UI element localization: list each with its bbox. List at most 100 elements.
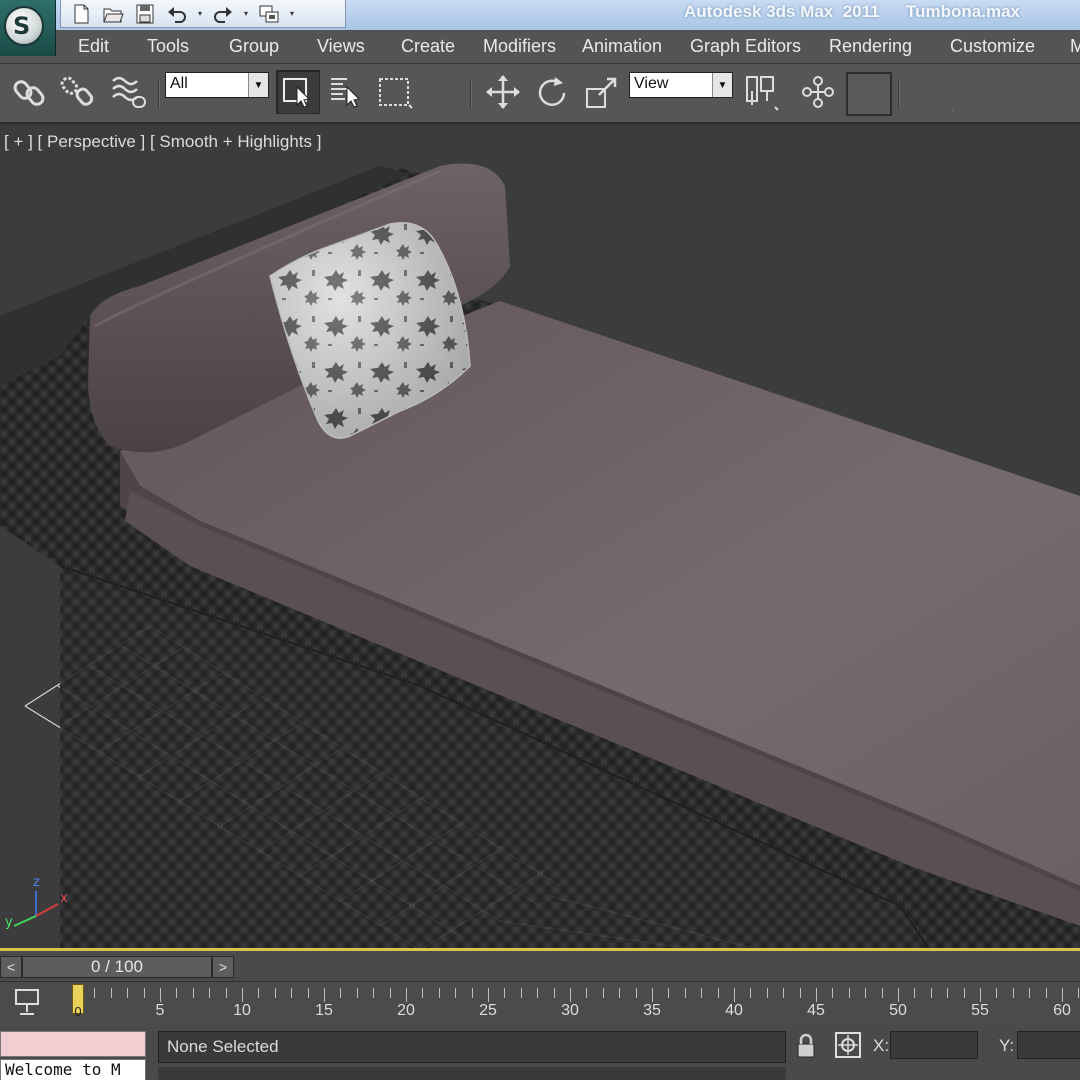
frame-tick: [455, 988, 457, 998]
time-slider: < 0 / 100 >: [0, 951, 1080, 981]
menu-bar: Edit Tools Group Views Create Modifiers …: [0, 30, 1080, 64]
toolbar-separator: [158, 78, 160, 108]
frame-tick: [684, 988, 686, 998]
frame-tick: [832, 988, 834, 998]
quick-access-dropdown-icon[interactable]: ▾: [287, 2, 297, 26]
frame-tick: [356, 988, 358, 998]
title-bar: ▾ ▾ ▾ Autodesk 3ds Max 2011 Tumbona.max: [0, 0, 1080, 30]
reference-coordinate-dropdown[interactable]: View ▼: [629, 72, 733, 98]
select-and-link-icon[interactable]: [8, 70, 52, 114]
menu-edit[interactable]: Edit: [78, 36, 109, 57]
frame-label: 60: [1053, 1002, 1071, 1019]
frame-tick: [438, 988, 440, 998]
perspective-viewport[interactable]: [ + ] [ Perspective ] [ Smooth + Highlig…: [0, 126, 1080, 950]
frame-tick: [176, 988, 178, 998]
select-and-move-icon[interactable]: [481, 70, 525, 114]
frame-label: 55: [971, 1002, 989, 1019]
frame-tick: [274, 988, 276, 998]
frame-tick: [1012, 988, 1014, 998]
viewport-label[interactable]: [ + ] [ Perspective ] [ Smooth + Highlig…: [4, 132, 321, 152]
menu-customize[interactable]: Customize: [950, 36, 1035, 57]
frame-label: 20: [397, 1002, 415, 1019]
main-toolbar: All ▼ View ▼: [0, 64, 1080, 124]
unlink-selection-icon[interactable]: [56, 70, 100, 114]
use-pivot-point-center-icon[interactable]: [738, 70, 782, 114]
menu-create[interactable]: Create: [401, 36, 455, 57]
selection-status: None Selected: [158, 1031, 786, 1063]
menu-tools[interactable]: Tools: [147, 36, 189, 57]
menu-overflow[interactable]: M: [1070, 36, 1080, 57]
menu-graph-editors[interactable]: Graph Editors: [690, 36, 801, 57]
absolute-mode-transform-icon[interactable]: [834, 1031, 862, 1059]
3ds-max-logo-icon[interactable]: S: [0, 0, 56, 56]
menu-modifiers[interactable]: Modifiers: [483, 36, 556, 57]
track-bar[interactable]: 5 10 15 20 25 30 35 40 45 50 55 60 0: [0, 981, 1080, 1027]
frame-tick: [586, 988, 588, 998]
frame-tick: [996, 988, 998, 998]
selection-filter-dropdown[interactable]: All ▼: [165, 72, 269, 98]
frame-tick: [1062, 988, 1063, 1002]
frame-tick: [668, 988, 670, 998]
frame-tick: [865, 988, 867, 998]
chevron-down-icon: ▼: [712, 73, 732, 97]
project-folder-icon[interactable]: [255, 2, 283, 26]
app-window: ▾ ▾ ▾ Autodesk 3ds Max 2011 Tumbona.max …: [0, 0, 1080, 1080]
lock-icon[interactable]: [794, 1033, 818, 1059]
maxscript-listener-input[interactable]: [0, 1031, 146, 1057]
frame-tick: [324, 988, 325, 1002]
previous-frame-button[interactable]: <: [0, 956, 22, 978]
maxscript-listener-output[interactable]: Welcome to M: [0, 1059, 146, 1080]
menu-animation[interactable]: Animation: [582, 36, 662, 57]
time-slider-handle[interactable]: 0 / 100: [22, 956, 212, 978]
open-mini-curve-editor-icon[interactable]: [12, 986, 42, 1018]
frame-ruler[interactable]: 5 10 15 20 25 30 35 40 45 50 55 60: [68, 982, 1080, 1028]
x-coordinate-label: X:: [873, 1036, 890, 1055]
menu-views[interactable]: Views: [317, 36, 365, 57]
menu-group[interactable]: Group: [229, 36, 279, 57]
next-frame-button[interactable]: >: [212, 956, 234, 978]
frame-tick: [816, 988, 817, 1002]
bind-to-space-warp-icon[interactable]: [106, 70, 150, 114]
open-folder-icon[interactable]: [99, 2, 127, 26]
frame-tick: [291, 988, 293, 998]
frame-tick: [602, 988, 604, 998]
frame-tick: [553, 988, 555, 998]
select-and-manipulate-icon[interactable]: [796, 70, 840, 114]
y-coordinate-field[interactable]: [1017, 1031, 1080, 1059]
frame-label: 30: [561, 1002, 579, 1019]
select-and-scale-icon[interactable]: [580, 70, 624, 114]
y-coordinate-label: Y:: [999, 1036, 1015, 1055]
frame-tick: [520, 988, 522, 998]
save-icon[interactable]: [131, 2, 159, 26]
frame-tick: [127, 988, 129, 998]
app-title: Autodesk 3ds Max 2011: [684, 2, 880, 21]
scene-canvas[interactable]: [0, 126, 1080, 950]
frame-tick: [160, 988, 161, 1002]
frame-tick: [717, 988, 719, 998]
frame-tick: [1078, 988, 1080, 998]
new-file-icon[interactable]: [67, 2, 95, 26]
frame-label: 45: [807, 1002, 825, 1019]
frame-tick: [963, 988, 965, 998]
undo-icon[interactable]: [163, 2, 191, 26]
x-coordinate-field[interactable]: [890, 1031, 978, 1059]
select-and-rotate-icon[interactable]: [530, 70, 574, 114]
select-object-icon[interactable]: [276, 70, 320, 114]
frame-tick: [422, 988, 424, 998]
frame-tick: [504, 988, 506, 998]
redo-icon[interactable]: [209, 2, 237, 26]
object-color-swatch[interactable]: [846, 72, 892, 116]
frame-tick: [94, 988, 96, 998]
current-frame-label: 0: [74, 1004, 82, 1019]
redo-dropdown-icon[interactable]: ▾: [241, 2, 251, 26]
frame-tick: [930, 988, 932, 998]
undo-dropdown-icon[interactable]: ▾: [195, 2, 205, 26]
menu-rendering[interactable]: Rendering: [829, 36, 912, 57]
y-axis-label: y: [5, 915, 13, 930]
flyout-corner-icon[interactable]: [924, 70, 968, 114]
frame-tick: [389, 988, 391, 998]
select-by-name-icon[interactable]: [324, 70, 368, 114]
frame-tick: [734, 988, 735, 1002]
rectangular-selection-region-icon[interactable]: [372, 70, 416, 114]
frame-tick: [570, 988, 571, 1002]
